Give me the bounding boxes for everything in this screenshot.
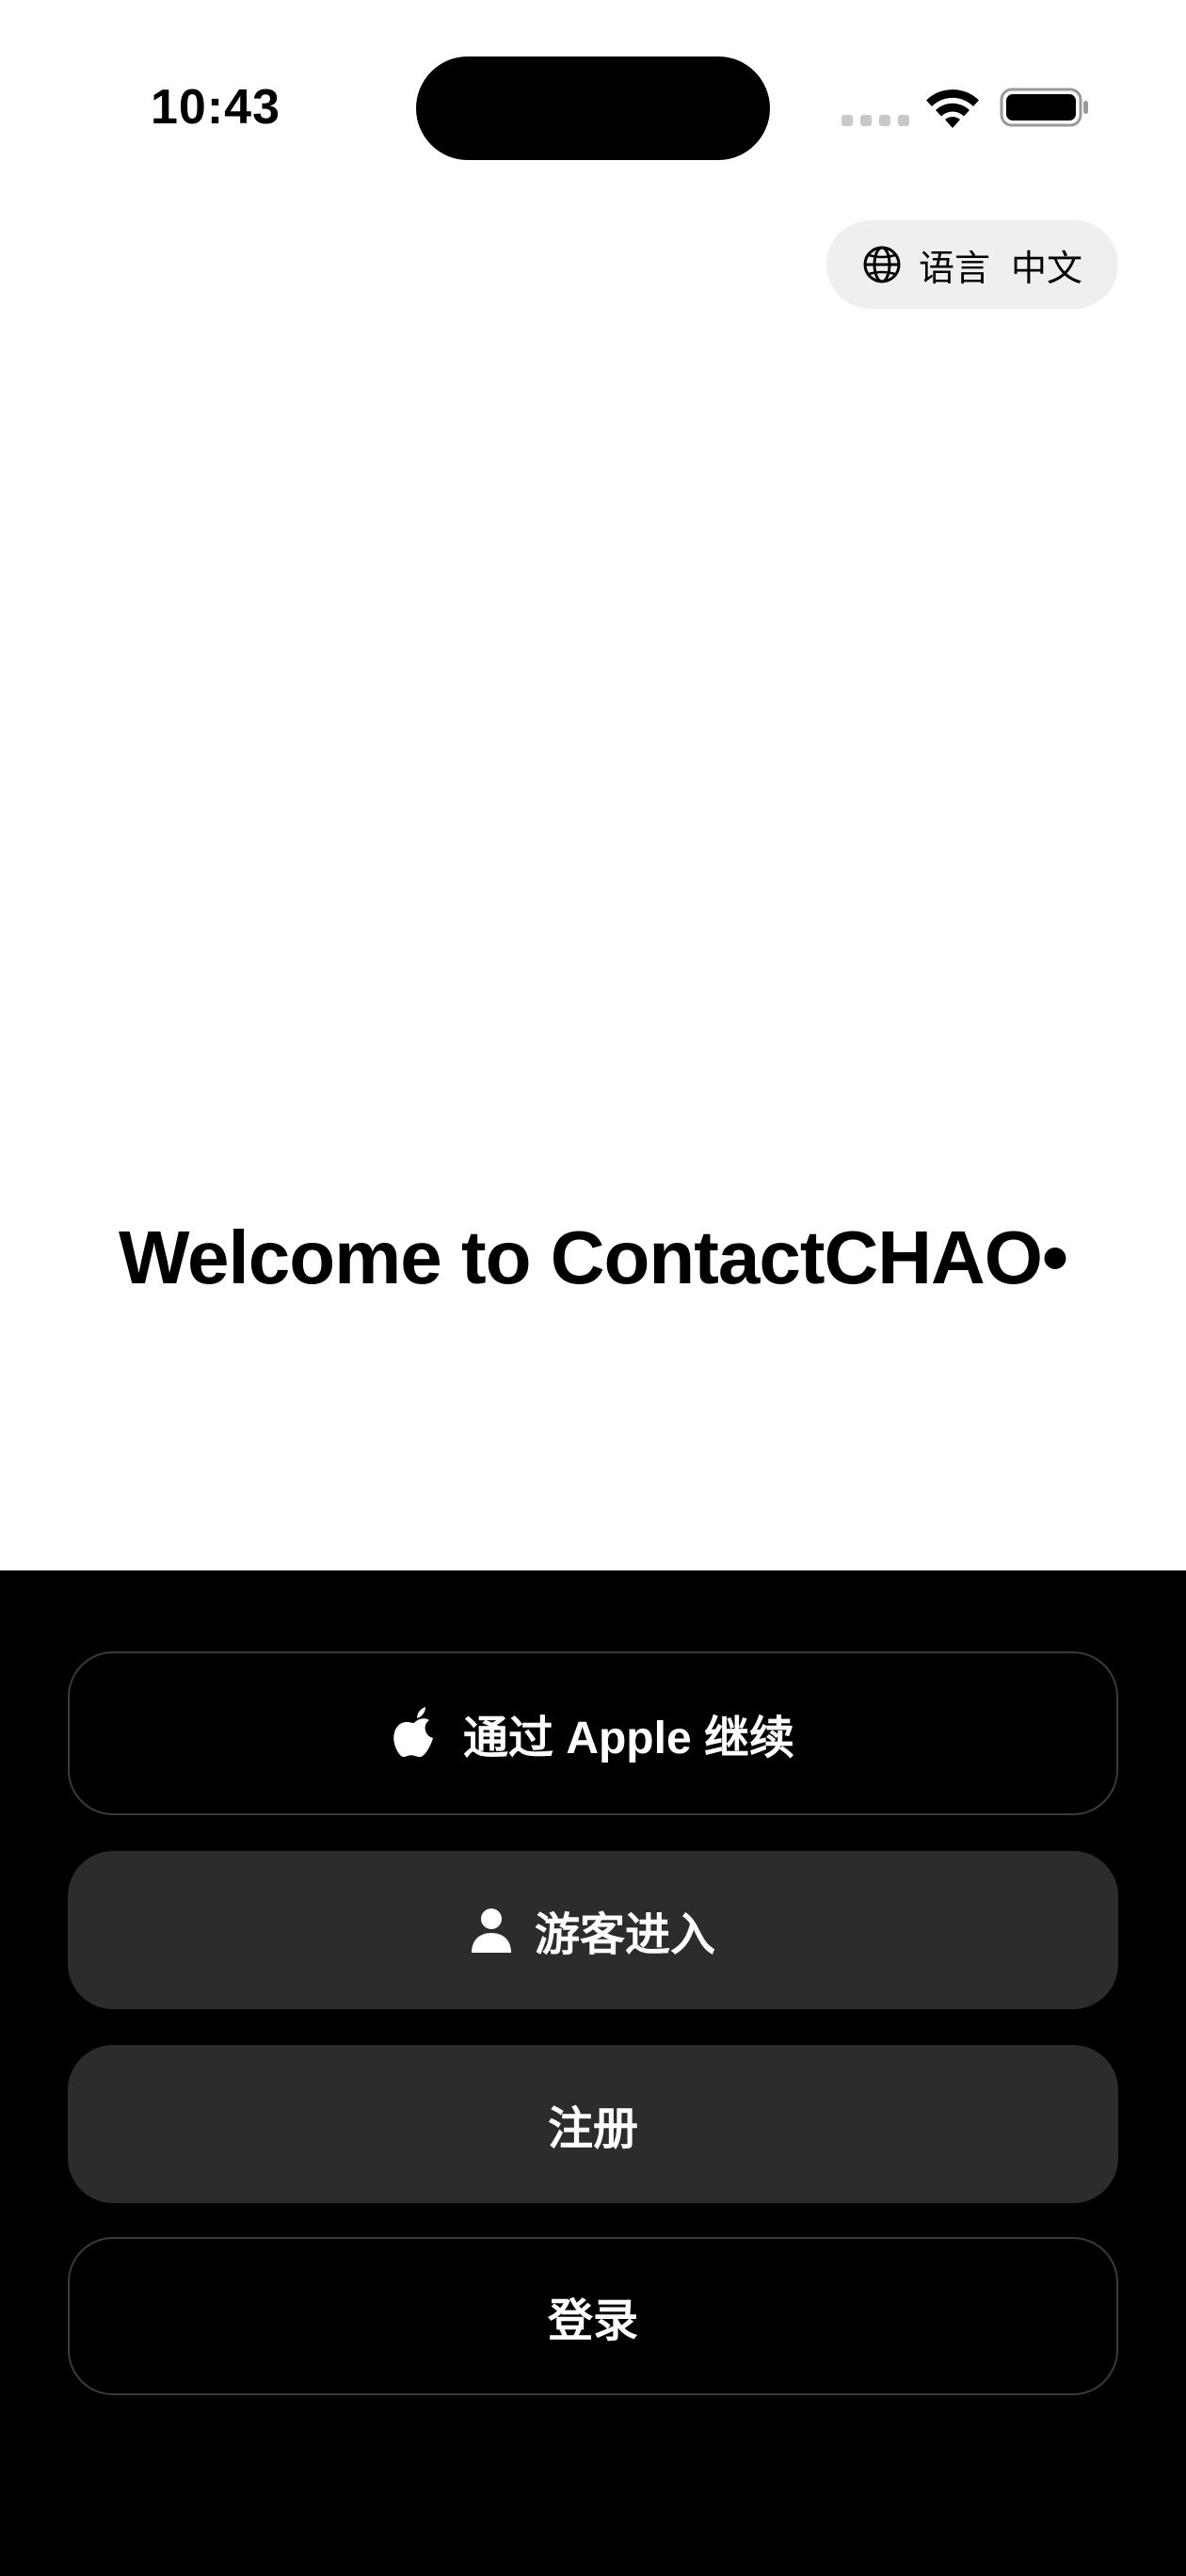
language-label: 语言	[919, 249, 991, 289]
register-label: 注册	[547, 2104, 638, 2154]
auth-sheet: 通过 Apple 继续 游客进入 注册 登录	[0, 1570, 1186, 2576]
cellular-signal-icon	[841, 115, 909, 126]
register-button[interactable]: 注册	[68, 2045, 1118, 2203]
language-selector[interactable]: 语言 中文	[826, 220, 1118, 309]
welcome-title: Welcome to ContactCHAO•	[118, 1216, 1068, 1299]
status-time: 10:43	[151, 80, 280, 135]
continue-with-apple-label: 通过 Apple 继续	[462, 1714, 794, 1763]
continue-with-apple-button[interactable]: 通过 Apple 继续	[68, 1651, 1118, 1815]
wifi-icon	[926, 89, 979, 128]
login-button[interactable]: 登录	[68, 2237, 1118, 2395]
login-label: 登录	[547, 2296, 638, 2346]
apple-icon	[393, 1707, 433, 1758]
guest-entry-button[interactable]: 游客进入	[68, 1851, 1118, 2009]
person-icon	[471, 1908, 511, 1953]
language-value: 中文	[1011, 249, 1083, 289]
guest-entry-label: 游客进入	[534, 1910, 715, 1960]
battery-icon	[1000, 88, 1088, 127]
welcome-screen: 10:43 语言 中文 Welcome to ContactCHAO• 通过 A…	[0, 0, 1186, 2576]
globe-icon	[863, 246, 901, 283]
dynamic-island	[416, 56, 770, 160]
